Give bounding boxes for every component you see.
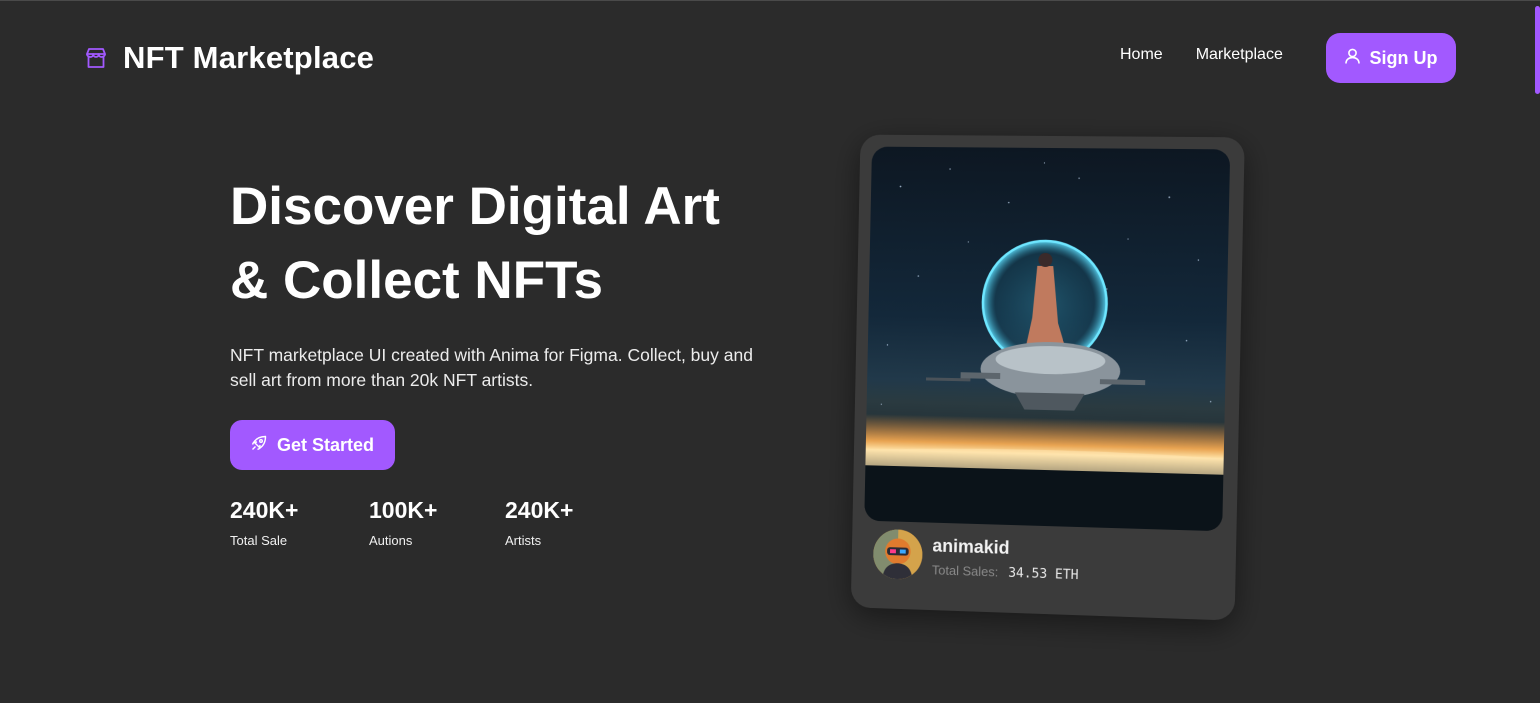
storefront-icon: [85, 47, 107, 69]
hero-description: NFT marketplace UI created with Anima fo…: [230, 345, 753, 390]
nft-artwork-image[interactable]: [864, 146, 1231, 532]
nav-link-marketplace[interactable]: Marketplace: [1196, 46, 1283, 64]
user-icon: [1344, 48, 1360, 69]
total-sales-value: 34.53 ETH: [1008, 565, 1079, 584]
stat-artists: 240K+ Artists: [505, 497, 573, 548]
rocket-icon: [251, 435, 267, 456]
get-started-label: Get Started: [276, 434, 375, 455]
nav-link-home[interactable]: Home: [1120, 46, 1163, 64]
nav-links: Home Marketplace: [1120, 46, 1283, 64]
stat-value: 240K+: [230, 497, 299, 523]
hero-title: Discover Digital Art & Collect NFTs: [230, 170, 790, 318]
hero-title-line2: & Collect NFTs: [230, 251, 603, 310]
stat-value: 100K+: [369, 497, 438, 523]
total-sales-label: Total Sales:: [931, 562, 999, 580]
sign-up-label: Sign Up: [1369, 47, 1438, 68]
artist-name[interactable]: animakid: [932, 536, 1010, 559]
artist-avatar[interactable]: [872, 528, 923, 580]
stat-label: Total Sale: [230, 533, 288, 548]
scrollbar-thumb[interactable]: [1535, 6, 1540, 94]
hero-title-line1: Discover Digital Art: [230, 177, 720, 236]
total-sales: Total Sales: 34.53 ETH: [932, 562, 1079, 583]
stat-label: Autions: [369, 533, 413, 548]
sign-up-button[interactable]: Sign Up: [1326, 33, 1456, 83]
brand-logo[interactable]: NFT Marketplace: [85, 38, 374, 78]
get-started-button[interactable]: Get Started: [230, 420, 395, 470]
stat-label: Artists: [505, 533, 542, 548]
brand-title: NFT Marketplace: [123, 40, 375, 75]
stat-value: 240K+: [505, 497, 574, 523]
featured-nft-card[interactable]: animakid Total Sales: 34.53 ETH: [850, 134, 1245, 621]
stat-total-sale: 240K+ Total Sale: [230, 497, 298, 548]
top-border: [0, 0, 1540, 1]
stat-auctions: 100K+ Autions: [369, 497, 437, 548]
